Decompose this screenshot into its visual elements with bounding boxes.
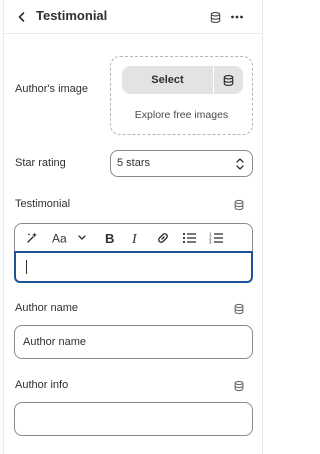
more-horizontal-icon (231, 15, 243, 19)
link-icon (158, 233, 168, 243)
chevron-left-icon (18, 12, 25, 22)
author-image-label: Author's image (15, 83, 89, 95)
author-name-dynamic-source-button[interactable] (232, 302, 246, 316)
panel-divider-right (262, 0, 263, 454)
bold-icon: B (105, 231, 114, 245)
author-info-label: Author info (15, 379, 69, 391)
bullet-list-button[interactable] (181, 230, 197, 246)
author-info-input[interactable] (14, 402, 253, 436)
panel-divider-left (3, 0, 4, 454)
star-rating-select[interactable]: 5 stars (110, 150, 253, 177)
bold-button[interactable]: B (103, 230, 117, 246)
text-caret (26, 260, 27, 274)
image-dynamic-source-button[interactable] (214, 66, 243, 94)
more-actions-button[interactable] (228, 8, 246, 26)
author-name-label: Author name (15, 302, 78, 314)
explore-free-images-link[interactable]: Explore free images (111, 109, 252, 121)
star-rating-label: Star rating (15, 157, 66, 169)
select-image-button[interactable]: Select (122, 66, 214, 94)
testimonial-label: Testimonial (15, 198, 71, 210)
ai-generate-button[interactable] (24, 230, 40, 246)
back-button[interactable] (12, 7, 32, 27)
svg-text:Aa: Aa (52, 232, 67, 246)
database-icon (223, 74, 234, 86)
star-rating-value: 5 stars (117, 157, 151, 169)
testimonial-editor[interactable] (14, 251, 253, 283)
italic-button[interactable]: I (129, 230, 143, 246)
image-select-group: Select (122, 66, 243, 94)
svg-text:I: I (131, 232, 138, 245)
panel-header: Testimonial (4, 0, 262, 34)
database-icon (234, 199, 244, 211)
database-icon (234, 303, 244, 315)
italic-icon: I (131, 232, 138, 245)
database-icon (234, 380, 244, 392)
numbered-list-button[interactable]: 1 2 3 (208, 230, 224, 246)
bullet-list-icon (182, 232, 196, 244)
database-icon (210, 11, 220, 23)
svg-text:B: B (105, 231, 114, 245)
link-button[interactable] (155, 230, 171, 246)
image-picker: Select Explore free images (110, 56, 253, 135)
svg-text:3: 3 (209, 240, 212, 245)
rte-toolbar: Aa B I 1 2 3 (14, 223, 253, 252)
numbered-list-icon: 1 2 3 (209, 232, 223, 245)
testimonial-rich-text-editor: Aa B I 1 2 3 (14, 223, 253, 284)
author-info-dynamic-source-button[interactable] (232, 379, 246, 393)
testimonial-dynamic-source-button[interactable] (232, 198, 246, 212)
magic-icon (27, 232, 37, 243)
font-icon: Aa (52, 232, 86, 246)
settings-panel: Testimonial Author's image Select Explor… (0, 0, 270, 454)
text-style-dropdown[interactable]: Aa (52, 230, 88, 246)
select-chevron-icon (236, 158, 244, 170)
dynamic-source-button[interactable] (206, 8, 224, 26)
author-name-input[interactable]: Author name (14, 325, 253, 359)
page-title: Testimonial (36, 8, 108, 23)
